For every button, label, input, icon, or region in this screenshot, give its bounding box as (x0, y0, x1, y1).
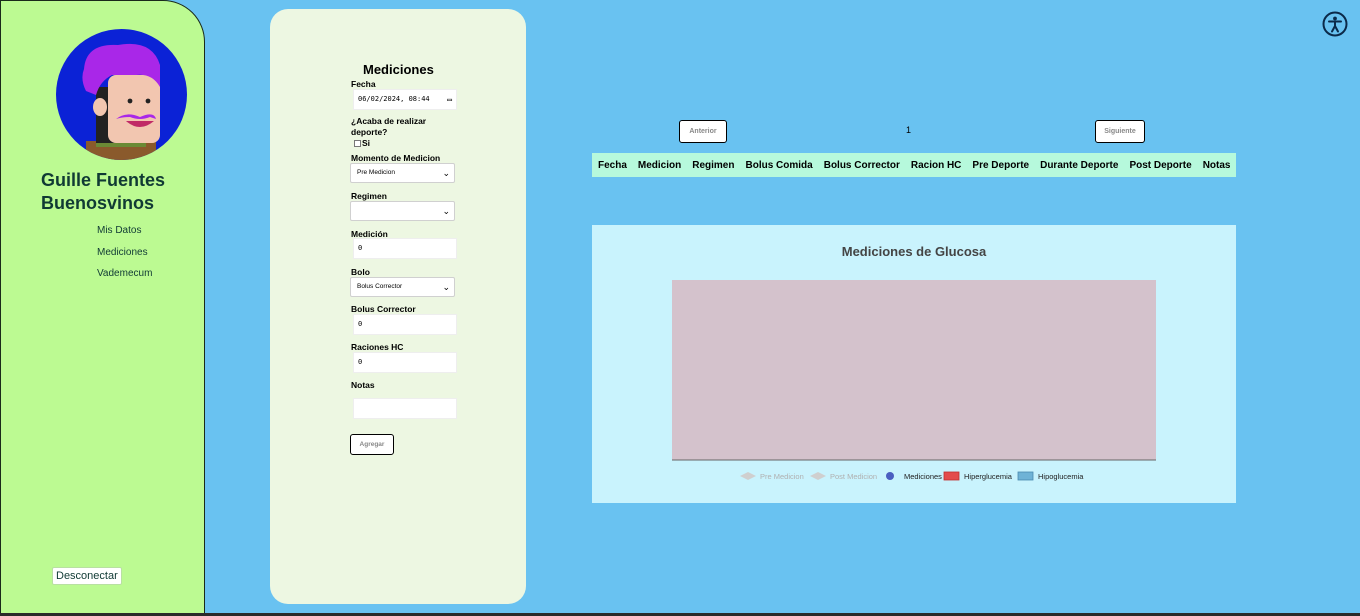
chart-panel: Pre Medicion Post Medicion Mediciones Hiper… (592, 225, 1236, 503)
column-header: Pre Deporte (972, 159, 1030, 171)
column-header: Fecha (598, 159, 627, 171)
bolo-label: Bolo (351, 267, 370, 277)
column-header: Bolus Corrector (823, 159, 900, 171)
column-header: Post Deporte (1129, 159, 1192, 171)
chart-title: Mediciones de Glucosa (841, 244, 987, 259)
table-header: Fecha Medicion Regimen Bolus Comida Bolus Co… (592, 153, 1236, 177)
column-header: Medicion (637, 159, 682, 171)
accessibility-icon[interactable] (1322, 11, 1348, 37)
momento-value: Pre Medicion (357, 169, 395, 176)
deporte-label: ¿Acaba de realizar deporte? (351, 116, 427, 137)
avatar-illustration (82, 43, 160, 160)
bolo-select[interactable]: Bolus Corrector ⌄ (350, 277, 455, 297)
chevron-down-icon: ⌄ (442, 168, 450, 178)
prev-page-button[interactable]: Anterior (679, 120, 727, 143)
calendar-icon[interactable]: ▭ (447, 90, 452, 109)
glucose-chart: Pre Medicion Post Medicion Mediciones Hiper… (672, 280, 1156, 481)
plot-area (672, 280, 1156, 460)
user-name: Guille Fuentes Buenosvinos (41, 170, 166, 213)
legend-marker[interactable] (810, 472, 826, 480)
nav-mediciones[interactable]: Mediciones (97, 247, 148, 258)
logout-button[interactable]: Desconectar (52, 567, 122, 585)
add-button[interactable]: Agregar (350, 434, 394, 455)
avatar (56, 29, 187, 160)
bolus-corrector-input[interactable]: 0 (353, 314, 457, 335)
nav-vademecum[interactable]: Vademecum (97, 268, 152, 279)
raciones-input[interactable]: 0 (353, 352, 457, 373)
deporte-checkbox-label: Si (362, 138, 371, 148)
column-header: Racion HC (910, 159, 962, 171)
fecha-value: 06/02/2024, 08:44 (358, 95, 430, 103)
chevron-down-icon: ⌄ (442, 282, 450, 292)
regimen-label: Regimen (351, 191, 387, 201)
legend-label[interactable]: Pre Medicion (760, 472, 804, 481)
legend-label[interactable]: Mediciones (904, 472, 942, 481)
column-header: Regimen (692, 159, 735, 171)
regimen-select[interactable]: ⌄ (350, 201, 455, 221)
column-header: Notas (1202, 159, 1231, 171)
form-title: Mediciones (363, 62, 434, 77)
legend-marker[interactable] (886, 472, 894, 480)
legend-label[interactable]: Hiperglucemia (964, 472, 1013, 481)
legend-label[interactable]: Hipoglucemia (1038, 472, 1084, 481)
momento-label: Momento de Medicion (351, 153, 441, 163)
notas-label: Notas (351, 380, 375, 390)
column-header: Durante Deporte (1040, 159, 1119, 171)
next-page-button[interactable]: Siguiente (1095, 120, 1145, 143)
fecha-input[interactable]: 06/02/2024, 08:44 ▭ (353, 89, 457, 110)
legend-marker[interactable] (943, 471, 960, 481)
raciones-label: Raciones HC (351, 342, 404, 352)
chevron-down-icon: ⌄ (442, 206, 450, 216)
column-header: Bolus Comida (745, 159, 813, 171)
bolus-corrector-label: Bolus Corrector (351, 304, 416, 314)
notas-input[interactable] (353, 398, 457, 419)
legend-marker[interactable] (1017, 471, 1034, 481)
deporte-checkbox[interactable] (354, 140, 361, 147)
medicion-input[interactable]: 0 (353, 238, 457, 259)
legend-label[interactable]: Post Medicion (830, 472, 877, 481)
nav-mis-datos[interactable]: Mis Datos (97, 225, 141, 236)
legend-marker[interactable] (740, 472, 756, 480)
sidebar: Guille Fuentes Buenosvinos Mis Datos Med… (0, 0, 205, 614)
page-number: 1 (906, 125, 912, 135)
momento-select[interactable]: Pre Medicion ⌄ (350, 163, 455, 183)
fecha-label: Fecha (351, 79, 376, 89)
bolo-value: Bolus Corrector (357, 283, 403, 290)
